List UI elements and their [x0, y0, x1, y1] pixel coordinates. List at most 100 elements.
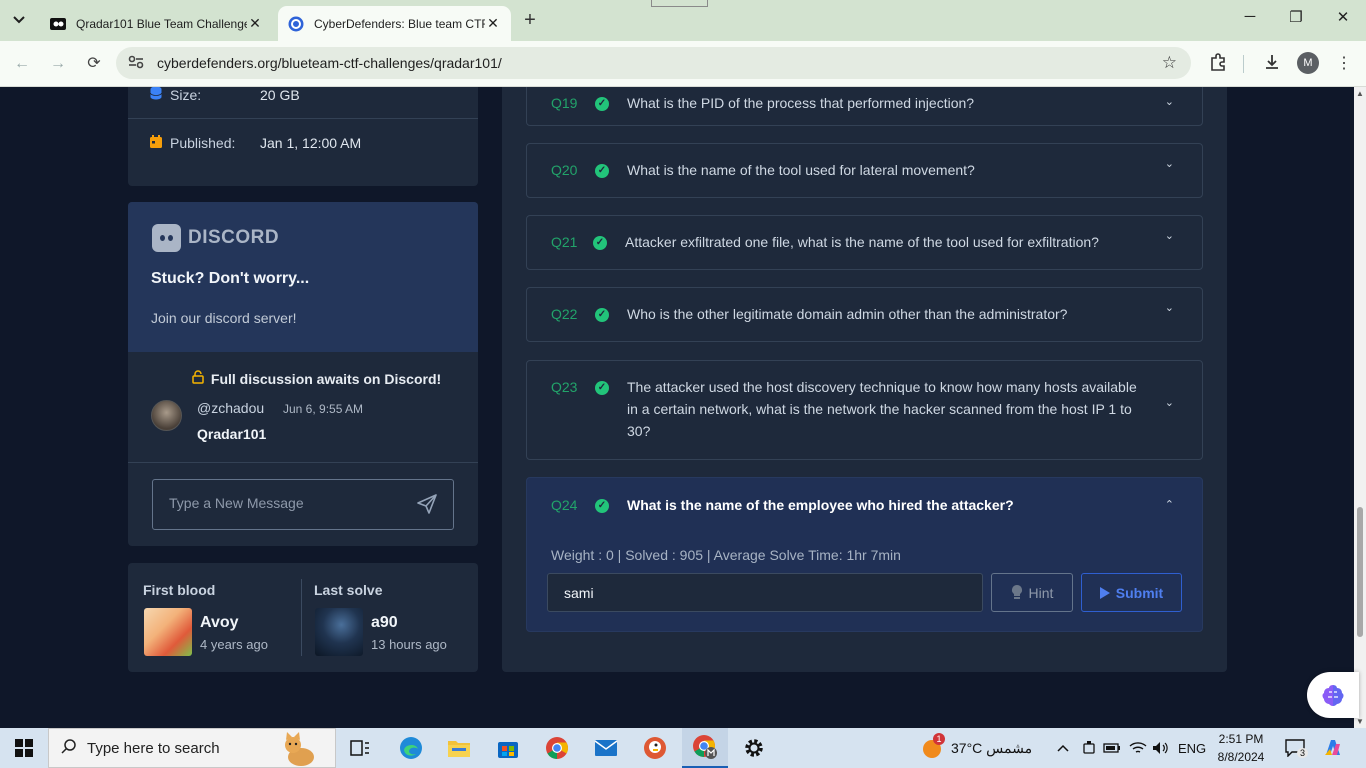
chevron-down-icon[interactable]: ⌄ [1165, 396, 1174, 409]
submit-button[interactable]: Submit [1081, 573, 1182, 612]
first-blood-avatar[interactable] [144, 608, 192, 656]
windows-taskbar: Type here to search 1 37°C مشمس ENG 2:51… [0, 728, 1366, 768]
system-clock[interactable]: 2:51 PM 8/8/2024 [1208, 730, 1274, 766]
calendar-icon [148, 135, 164, 151]
question-number: Q19 [551, 95, 578, 111]
cat-illustration-icon [285, 732, 314, 766]
question-stats: Weight : 0 | Solved : 905 | Average Solv… [551, 547, 901, 563]
first-blood: First blood Avoy 4 years ago [128, 579, 302, 656]
question-q23[interactable]: Q23 ✓ The attacker used the host discove… [526, 360, 1203, 460]
copilot-icon[interactable] [1322, 728, 1344, 768]
message-username: @zchadou [197, 400, 265, 416]
tab-qradar101[interactable]: Qradar101 Blue Team Challenge ✕ [40, 6, 273, 41]
scroll-thumb[interactable] [1357, 507, 1363, 637]
close-window-button[interactable]: ✕ [1320, 8, 1366, 26]
weather-widget[interactable]: 1 37°C مشمس [921, 728, 1032, 768]
lightbulb-icon [1011, 585, 1022, 599]
question-q21[interactable]: Q21 ✓ Attacker exfiltrated one file, wha… [526, 215, 1203, 270]
last-solve-avatar[interactable] [315, 608, 363, 656]
last-solve-name[interactable]: a90 [371, 614, 398, 632]
discord-logo[interactable]: DISCORD [152, 224, 279, 252]
chevron-down-icon[interactable]: ⌄ [1165, 229, 1174, 242]
volume-icon[interactable] [1152, 728, 1170, 768]
ai-assistant-button[interactable] [1307, 672, 1359, 718]
question-q20[interactable]: Q20 ✓ What is the name of the tool used … [526, 143, 1203, 198]
hint-button[interactable]: Hint [991, 573, 1073, 612]
message-input[interactable] [169, 495, 409, 511]
question-text[interactable]: What is the name of the employee who hir… [627, 494, 1014, 516]
restore-button[interactable]: ❐ [1273, 8, 1319, 26]
profile-avatar[interactable]: M [1297, 52, 1319, 74]
wifi-icon[interactable] [1129, 728, 1147, 768]
size-row: Size: 20 GB [128, 87, 478, 119]
start-button[interactable] [0, 728, 48, 768]
questions-card: Q19 ✓ What is the PID of the process tha… [502, 87, 1227, 672]
browser-menu-icon[interactable]: ⋮ [1332, 53, 1356, 73]
settings-gear-icon[interactable] [731, 728, 777, 768]
question-text: The attacker used the host discovery tec… [627, 379, 1137, 439]
chrome-icon[interactable] [534, 728, 580, 768]
question-number: Q22 [551, 306, 578, 322]
edge-icon[interactable] [388, 728, 434, 768]
discussion-note[interactable]: Full discussion awaits on Discord! [192, 370, 441, 387]
question-number: Q21 [551, 234, 578, 250]
tab-cyberdefenders[interactable]: CyberDefenders: Blue team CTF ✕ [278, 6, 511, 41]
published-value: Jan 1, 12:00 AM [260, 135, 362, 151]
meet-now-icon[interactable] [1082, 728, 1096, 768]
send-icon[interactable] [415, 492, 439, 516]
toolbar-separator [1243, 55, 1244, 73]
show-hidden-icons[interactable] [1057, 728, 1069, 768]
downloads-icon[interactable] [1260, 53, 1284, 76]
first-blood-name[interactable]: Avoy [200, 614, 239, 632]
taskbar-search[interactable]: Type here to search [48, 728, 336, 768]
brain-icon [1322, 685, 1344, 706]
microsoft-store-icon[interactable] [485, 728, 531, 768]
chevron-down-icon[interactable]: ⌄ [1165, 95, 1174, 108]
database-icon [148, 87, 164, 103]
question-q19[interactable]: Q19 ✓ What is the PID of the process tha… [526, 87, 1203, 126]
address-bar[interactable]: cyberdefenders.org/blueteam-ctf-challeng… [116, 47, 1191, 79]
answer-input[interactable] [547, 573, 983, 612]
weather-sun-icon: 1 [921, 733, 945, 759]
search-icon [61, 738, 77, 759]
window-drag-handle[interactable] [651, 0, 708, 7]
back-button[interactable]: ← [10, 52, 34, 76]
task-view-icon[interactable] [337, 728, 383, 768]
tab-title: CyberDefenders: Blue team CTF [314, 16, 485, 31]
chevron-down-icon[interactable]: ⌄ [1165, 157, 1174, 170]
tab-search-button[interactable] [6, 8, 32, 32]
chrome-profile-icon[interactable] [682, 728, 728, 768]
discord-brand: DISCORD [188, 227, 280, 248]
minimize-button[interactable]: ─ [1227, 8, 1273, 25]
extensions-icon[interactable] [1206, 53, 1230, 76]
page-scrollbar[interactable]: ▲ ▼ [1354, 87, 1366, 728]
reload-button[interactable]: ⟳ [82, 52, 106, 76]
message-input-box [152, 479, 454, 530]
duckduckgo-icon[interactable] [632, 728, 678, 768]
chevron-down-icon[interactable]: ⌄ [1165, 301, 1174, 314]
challenge-meta-card: Size: 20 GB Published: Jan 1, 12:00 AM [128, 87, 478, 186]
site-info-icon[interactable] [128, 55, 148, 72]
forward-button[interactable]: → [46, 52, 70, 76]
check-circle-icon: ✓ [595, 308, 609, 322]
question-number: Q23 [551, 379, 578, 395]
search-placeholder: Type here to search [87, 739, 220, 757]
chevron-up-icon[interactable]: ⌃ [1165, 498, 1174, 511]
discord-card: DISCORD Stuck? Don't worry... Join our d… [128, 202, 478, 546]
question-q22[interactable]: Q22 ✓ Who is the other legitimate domain… [526, 287, 1203, 342]
scroll-up-icon[interactable]: ▲ [1356, 89, 1364, 98]
language-indicator[interactable]: ENG [1178, 728, 1206, 768]
close-tab-icon[interactable]: ✕ [485, 15, 501, 32]
discord-join-text[interactable]: Join our discord server! [151, 310, 297, 326]
new-tab-button[interactable]: + [518, 9, 542, 33]
close-tab-icon[interactable]: ✕ [247, 15, 263, 32]
notification-count: 3 [1297, 748, 1309, 758]
bookmark-star-icon[interactable]: ☆ [1162, 53, 1177, 73]
question-number: Q24 [551, 497, 578, 513]
notifications-icon[interactable]: 3 [1285, 728, 1309, 768]
battery-icon[interactable] [1103, 728, 1121, 768]
video-favicon-icon [50, 16, 66, 32]
scroll-down-icon[interactable]: ▼ [1356, 717, 1364, 726]
mail-icon[interactable] [583, 728, 629, 768]
file-explorer-icon[interactable] [436, 728, 482, 768]
